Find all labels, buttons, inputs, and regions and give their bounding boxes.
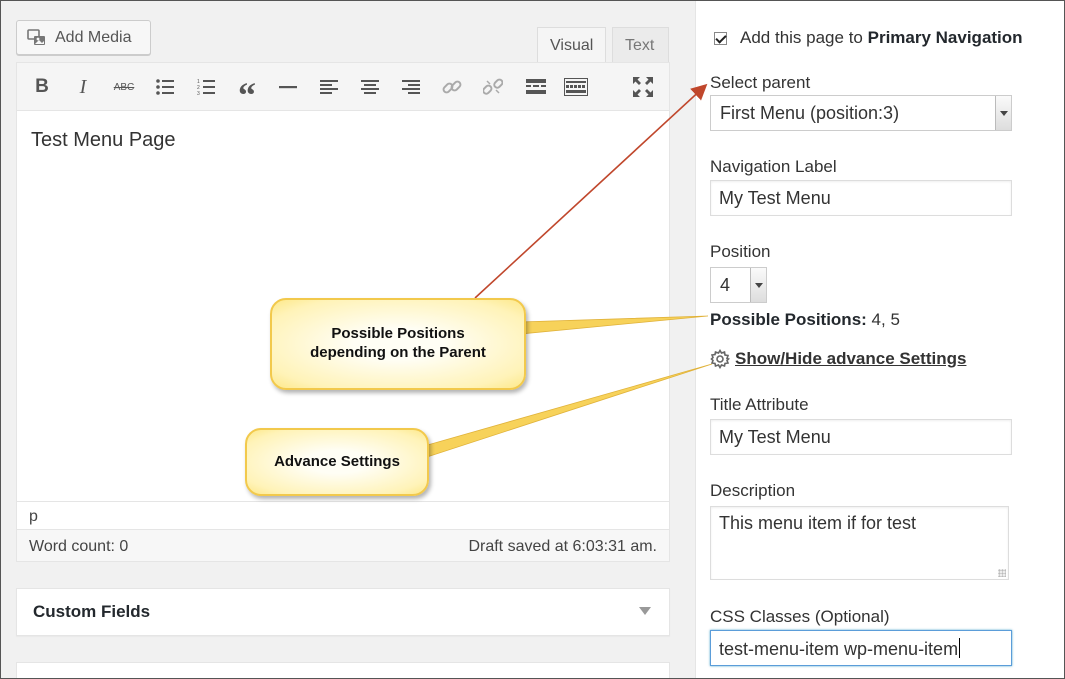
positions-pointer — [519, 315, 709, 335]
advance-settings-callout: Advance Settings — [245, 428, 429, 496]
callout-positions-line1: Possible Positions — [331, 325, 465, 343]
possible-positions-callout: Possible Positions depending on the Pare… — [270, 298, 526, 390]
parent-arrow — [474, 83, 708, 299]
annotation-arrows — [423, 83, 713, 459]
callout-positions-line2: depending on the Parent — [310, 344, 486, 361]
